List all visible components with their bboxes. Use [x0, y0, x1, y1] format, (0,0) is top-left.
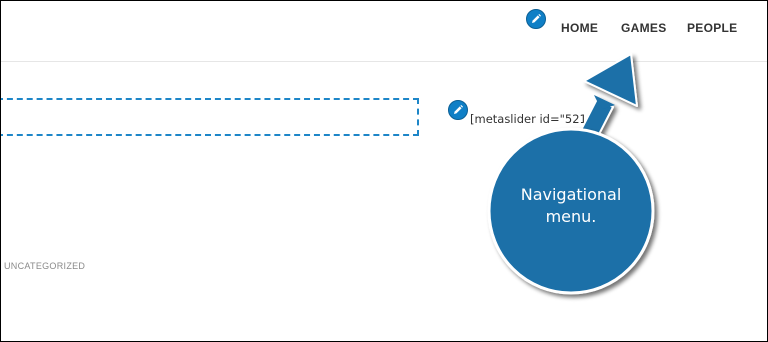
screenshot-frame: HOME GAMES PEOPLE [metaslider id="521"] … — [0, 0, 768, 342]
slider-placeholder — [1, 98, 419, 136]
site-header: HOME GAMES PEOPLE — [1, 1, 767, 62]
pencil-icon — [532, 14, 541, 23]
metaslider-shortcode: [metaslider id="521"] — [470, 112, 597, 126]
nav-item-games[interactable]: GAMES — [621, 21, 667, 35]
category-label[interactable]: UNCATEGORIZED — [4, 261, 85, 271]
edit-menu-pencil-icon[interactable] — [526, 9, 546, 29]
callout-text: Navigational menu. — [491, 184, 651, 228]
pencil-icon — [454, 105, 463, 114]
callout-text-line1: Navigational — [520, 185, 622, 204]
edit-slider-pencil-icon[interactable] — [448, 100, 468, 120]
nav-item-home[interactable]: HOME — [561, 21, 598, 35]
nav-item-people[interactable]: PEOPLE — [687, 21, 737, 35]
callout-text-line2: menu. — [545, 207, 597, 226]
